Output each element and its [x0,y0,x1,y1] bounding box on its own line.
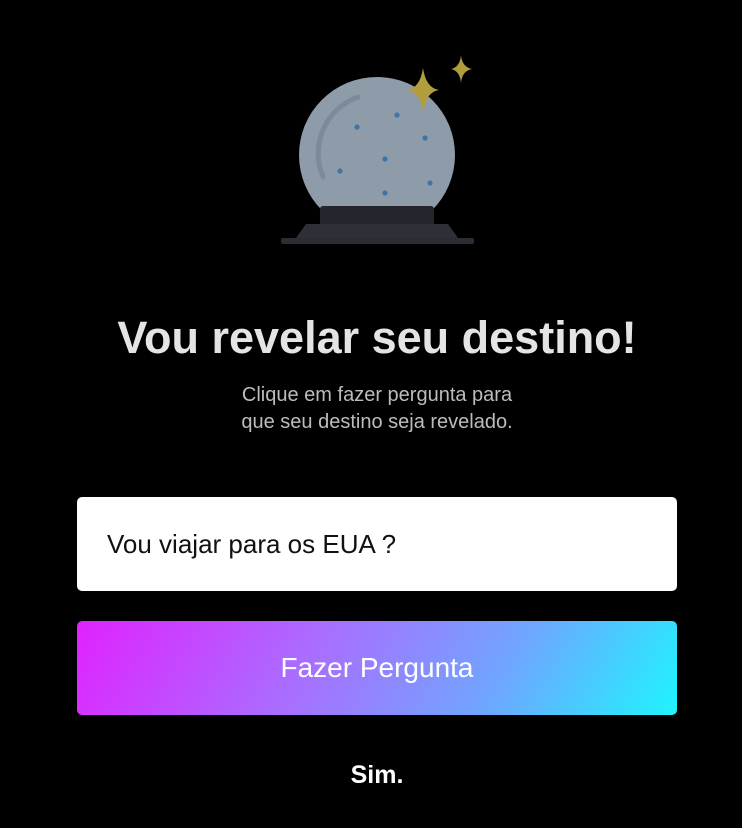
subtitle-line-1: Clique em fazer pergunta para [241,384,513,406]
crystal-ball-icon [278,52,478,248]
page-subtitle: Clique em fazer pergunta para que seu de… [0,382,742,436]
answer-text: Sim. [350,761,404,789]
question-input[interactable] [77,497,677,591]
sparkle-small-icon [451,55,472,83]
stand-foot [281,238,474,244]
stand-base [296,224,458,238]
ask-question-button[interactable]: Fazer Pergunta [77,621,677,715]
page-title: Vou revelar seu destino! [117,312,637,363]
subtitle-line-2: que seu destino seja revelado. [241,411,513,433]
